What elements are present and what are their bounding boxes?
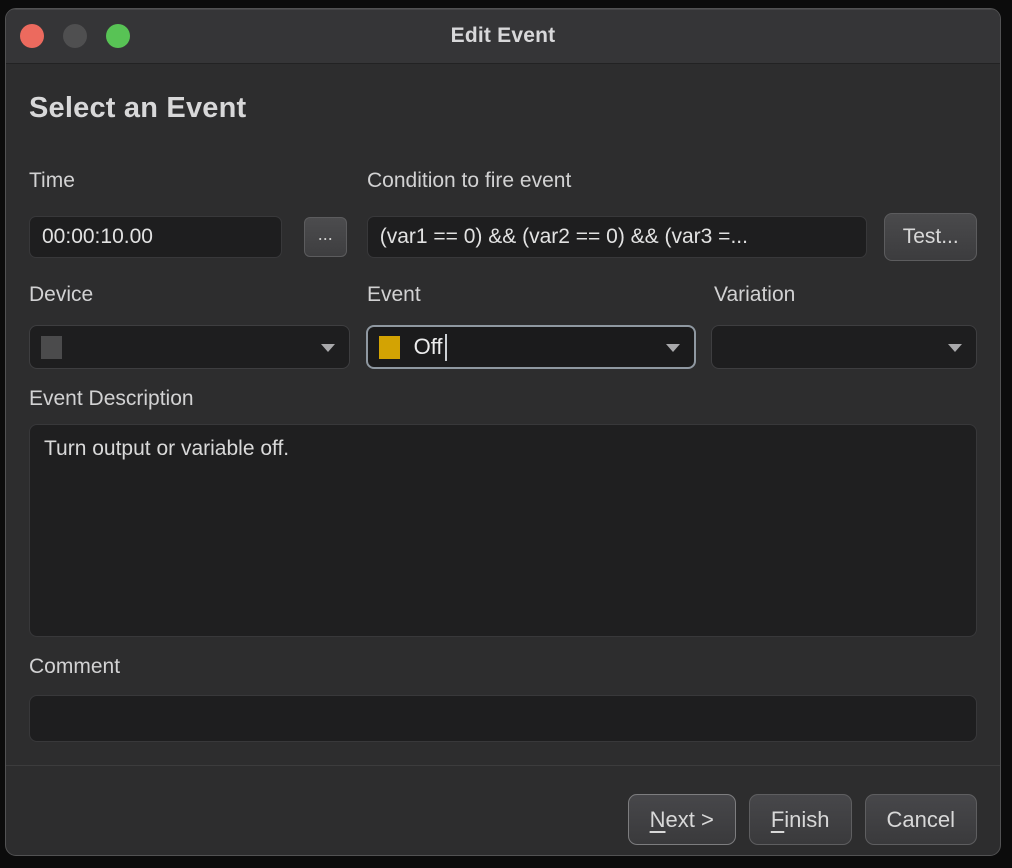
traffic-lights: [20, 9, 130, 63]
device-color-swatch: [41, 336, 62, 359]
time-browse-button[interactable]: ...: [304, 217, 347, 257]
chevron-down-icon: [948, 344, 962, 352]
cancel-button-label: Cancel: [887, 807, 955, 833]
variation-label: Variation: [714, 283, 795, 307]
minimize-button: [63, 24, 87, 48]
time-label: Time: [29, 169, 367, 193]
event-label: Event: [367, 283, 714, 307]
close-button[interactable]: [20, 24, 44, 48]
comment-label: Comment: [29, 654, 977, 679]
comment-input[interactable]: [29, 695, 977, 742]
next-button[interactable]: Next >: [628, 794, 736, 845]
chevron-down-icon: [321, 344, 335, 352]
finish-button-mnemonic: F: [771, 807, 784, 832]
next-button-mnemonic: N: [650, 807, 666, 832]
footer-separator: [6, 765, 1000, 766]
button-row: Next > Finish Cancel: [29, 794, 977, 845]
window-title: Edit Event: [451, 24, 556, 48]
cancel-button[interactable]: Cancel: [865, 794, 977, 845]
event-color-swatch: [379, 336, 400, 359]
page-title: Select an Event: [29, 91, 977, 125]
next-button-label: ext >: [666, 807, 714, 832]
time-input[interactable]: 00:00:10.00: [29, 216, 282, 258]
condition-label: Condition to fire event: [367, 169, 571, 193]
event-value: Off: [414, 334, 443, 360]
test-button[interactable]: Test...: [884, 213, 977, 261]
device-dropdown[interactable]: [29, 325, 350, 369]
finish-button[interactable]: Finish: [749, 794, 852, 845]
zoom-button[interactable]: [106, 24, 130, 48]
text-caret: [445, 334, 447, 361]
event-dropdown[interactable]: Off: [366, 325, 697, 369]
description-textarea[interactable]: Turn output or variable off.: [29, 424, 977, 637]
title-bar[interactable]: Edit Event: [6, 9, 1000, 64]
description-label: Event Description: [29, 387, 977, 411]
device-label: Device: [29, 283, 367, 307]
finish-button-label: inish: [784, 807, 829, 832]
condition-input[interactable]: (var1 == 0) && (var2 == 0) && (var3 =...: [367, 216, 868, 258]
chevron-down-icon: [666, 344, 680, 352]
variation-dropdown[interactable]: [711, 325, 977, 369]
edit-event-dialog: Edit Event Select an Event Time Conditio…: [5, 8, 1001, 856]
dialog-content: Select an Event Time Condition to fire e…: [6, 91, 1000, 845]
